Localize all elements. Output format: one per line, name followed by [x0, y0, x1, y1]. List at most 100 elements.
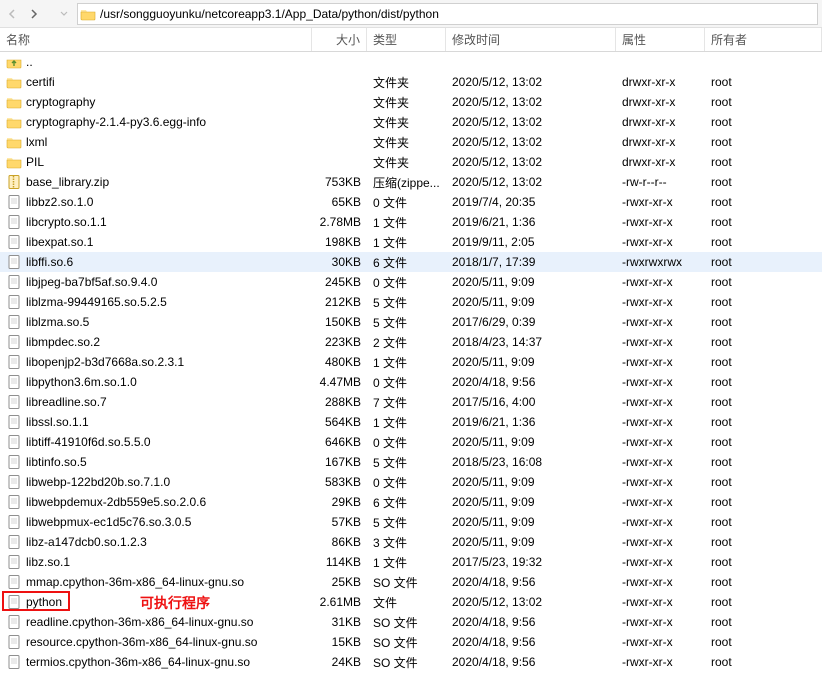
file-type: 文件夹 [367, 114, 446, 131]
file-owner: root [705, 315, 822, 329]
nav-forward-button[interactable] [24, 5, 42, 23]
file-icon [6, 274, 22, 290]
table-row[interactable]: libssl.so.1.1564KB1 文件2019/6/21, 1:36-rw… [0, 412, 822, 432]
table-row[interactable]: resource.cpython-36m-x86_64-linux-gnu.so… [0, 632, 822, 652]
table-row[interactable]: libopenjp2-b3d7668a.so.2.3.1480KB1 文件202… [0, 352, 822, 372]
column-header-row: 名称 大小 类型 修改时间 属性 所有者 [0, 28, 822, 52]
file-name: libssl.so.1.1 [26, 415, 312, 429]
file-type: SO 文件 [367, 614, 446, 631]
nav-back-button[interactable] [4, 5, 22, 23]
file-size: 753KB [312, 175, 367, 189]
file-size: 65KB [312, 195, 367, 209]
table-row[interactable]: libexpat.so.1198KB1 文件2019/9/11, 2:05-rw… [0, 232, 822, 252]
table-row[interactable]: libreadline.so.7288KB7 文件2017/5/16, 4:00… [0, 392, 822, 412]
table-row[interactable]: libwebpmux-ec1d5c76.so.3.0.557KB5 文件2020… [0, 512, 822, 532]
file-name: liblzma-99449165.so.5.2.5 [26, 295, 312, 309]
file-size: 223KB [312, 335, 367, 349]
file-icon [6, 634, 22, 650]
table-row[interactable]: libwebpdemux-2db559e5.so.2.0.629KB6 文件20… [0, 492, 822, 512]
table-row[interactable]: cryptography-2.1.4-py3.6.egg-info文件夹2020… [0, 112, 822, 132]
file-name: libwebpmux-ec1d5c76.so.3.0.5 [26, 515, 312, 529]
file-modified: 2020/5/11, 9:09 [446, 495, 616, 509]
table-row[interactable]: readline.cpython-36m-x86_64-linux-gnu.so… [0, 612, 822, 632]
file-attributes: -rwxr-xr-x [616, 435, 705, 449]
file-attributes: -rwxr-xr-x [616, 235, 705, 249]
file-owner: root [705, 275, 822, 289]
file-size: 25KB [312, 575, 367, 589]
table-row[interactable]: libbz2.so.1.065KB0 文件2019/7/4, 20:35-rwx… [0, 192, 822, 212]
path-bar[interactable]: /usr/songguoyunku/netcoreapp3.1/App_Data… [77, 3, 818, 25]
table-row[interactable]: libtinfo.so.5167KB5 文件2018/5/23, 16:08-r… [0, 452, 822, 472]
column-header-size[interactable]: 大小 [312, 28, 367, 51]
table-row[interactable]: liblzma.so.5150KB5 文件2017/6/29, 0:39-rwx… [0, 312, 822, 332]
table-row[interactable]: libcrypto.so.1.12.78MB1 文件2019/6/21, 1:3… [0, 212, 822, 232]
file-type: 1 文件 [367, 354, 446, 371]
table-row[interactable]: libwebp-122bd20b.so.7.1.0583KB0 文件2020/5… [0, 472, 822, 492]
file-size: 86KB [312, 535, 367, 549]
file-owner: root [705, 415, 822, 429]
nav-dropdown-button[interactable] [55, 5, 73, 23]
file-size: 288KB [312, 395, 367, 409]
table-row[interactable]: termios.cpython-36m-x86_64-linux-gnu.so2… [0, 652, 822, 672]
file-type: 7 文件 [367, 394, 446, 411]
file-icon [6, 394, 22, 410]
column-header-name[interactable]: 名称 [0, 28, 312, 51]
folder-icon [6, 114, 22, 130]
toolbar: /usr/songguoyunku/netcoreapp3.1/App_Data… [0, 0, 822, 28]
file-attributes: -rwxr-xr-x [616, 415, 705, 429]
file-owner: root [705, 235, 822, 249]
file-modified: 2018/5/23, 16:08 [446, 455, 616, 469]
file-attributes: -rwxr-xr-x [616, 395, 705, 409]
table-row[interactable]: libjpeg-ba7bf5af.so.9.4.0245KB0 文件2020/5… [0, 272, 822, 292]
table-row[interactable]: libz-a147dcb0.so.1.2.386KB3 文件2020/5/11,… [0, 532, 822, 552]
file-modified: 2020/5/11, 9:09 [446, 515, 616, 529]
column-header-type[interactable]: 类型 [367, 28, 446, 51]
file-owner: root [705, 295, 822, 309]
table-row[interactable]: libz.so.1114KB1 文件2017/5/23, 19:32-rwxr-… [0, 552, 822, 572]
file-name: libcrypto.so.1.1 [26, 215, 312, 229]
file-attributes: -rwxr-xr-x [616, 495, 705, 509]
file-name: resource.cpython-36m-x86_64-linux-gnu.so [26, 635, 312, 649]
file-name: certifi [26, 75, 312, 89]
file-type: 0 文件 [367, 274, 446, 291]
file-name: python [26, 595, 312, 609]
column-header-modified[interactable]: 修改时间 [446, 28, 616, 51]
file-modified: 2017/5/16, 4:00 [446, 395, 616, 409]
file-icon [6, 334, 22, 350]
table-row[interactable]: mmap.cpython-36m-x86_64-linux-gnu.so25KB… [0, 572, 822, 592]
table-row[interactable]: lxml文件夹2020/5/12, 13:02drwxr-xr-xroot [0, 132, 822, 152]
table-row[interactable]: liblzma-99449165.so.5.2.5212KB5 文件2020/5… [0, 292, 822, 312]
table-row[interactable]: cryptography文件夹2020/5/12, 13:02drwxr-xr-… [0, 92, 822, 112]
table-row[interactable]: libtiff-41910f6d.so.5.5.0646KB0 文件2020/5… [0, 432, 822, 452]
table-row[interactable]: libmpdec.so.2223KB2 文件2018/4/23, 14:37-r… [0, 332, 822, 352]
file-name: libwebpdemux-2db559e5.so.2.0.6 [26, 495, 312, 509]
file-attributes: -rwxrwxrwx [616, 255, 705, 269]
table-row[interactable]: base_library.zip753KB压缩(zippe...2020/5/1… [0, 172, 822, 192]
table-row[interactable]: certifi文件夹2020/5/12, 13:02drwxr-xr-xroot [0, 72, 822, 92]
file-owner: root [705, 195, 822, 209]
table-row[interactable]: libffi.so.630KB6 文件2018/1/7, 17:39-rwxrw… [0, 252, 822, 272]
updir-icon [6, 54, 22, 70]
file-name: termios.cpython-36m-x86_64-linux-gnu.so [26, 655, 312, 669]
file-type: 文件 [367, 594, 446, 611]
file-type: 5 文件 [367, 454, 446, 471]
table-row[interactable]: python2.61MB文件2020/5/12, 13:02-rwxr-xr-x… [0, 592, 822, 612]
file-attributes: -rwxr-xr-x [616, 295, 705, 309]
folder-icon [6, 94, 22, 110]
file-type: 文件夹 [367, 94, 446, 111]
file-type: 0 文件 [367, 434, 446, 451]
file-type: 1 文件 [367, 234, 446, 251]
folder-icon [6, 134, 22, 150]
file-type: 3 文件 [367, 534, 446, 551]
table-row[interactable]: libpython3.6m.so.1.04.47MB0 文件2020/4/18,… [0, 372, 822, 392]
file-owner: root [705, 655, 822, 669]
table-row[interactable]: .. [0, 52, 822, 72]
column-header-owner[interactable]: 所有者 [705, 28, 822, 51]
file-icon [6, 554, 22, 570]
column-header-attributes[interactable]: 属性 [616, 28, 705, 51]
table-row[interactable]: PIL文件夹2020/5/12, 13:02drwxr-xr-xroot [0, 152, 822, 172]
file-owner: root [705, 95, 822, 109]
file-icon [6, 574, 22, 590]
file-attributes: -rwxr-xr-x [616, 575, 705, 589]
file-modified: 2019/7/4, 20:35 [446, 195, 616, 209]
